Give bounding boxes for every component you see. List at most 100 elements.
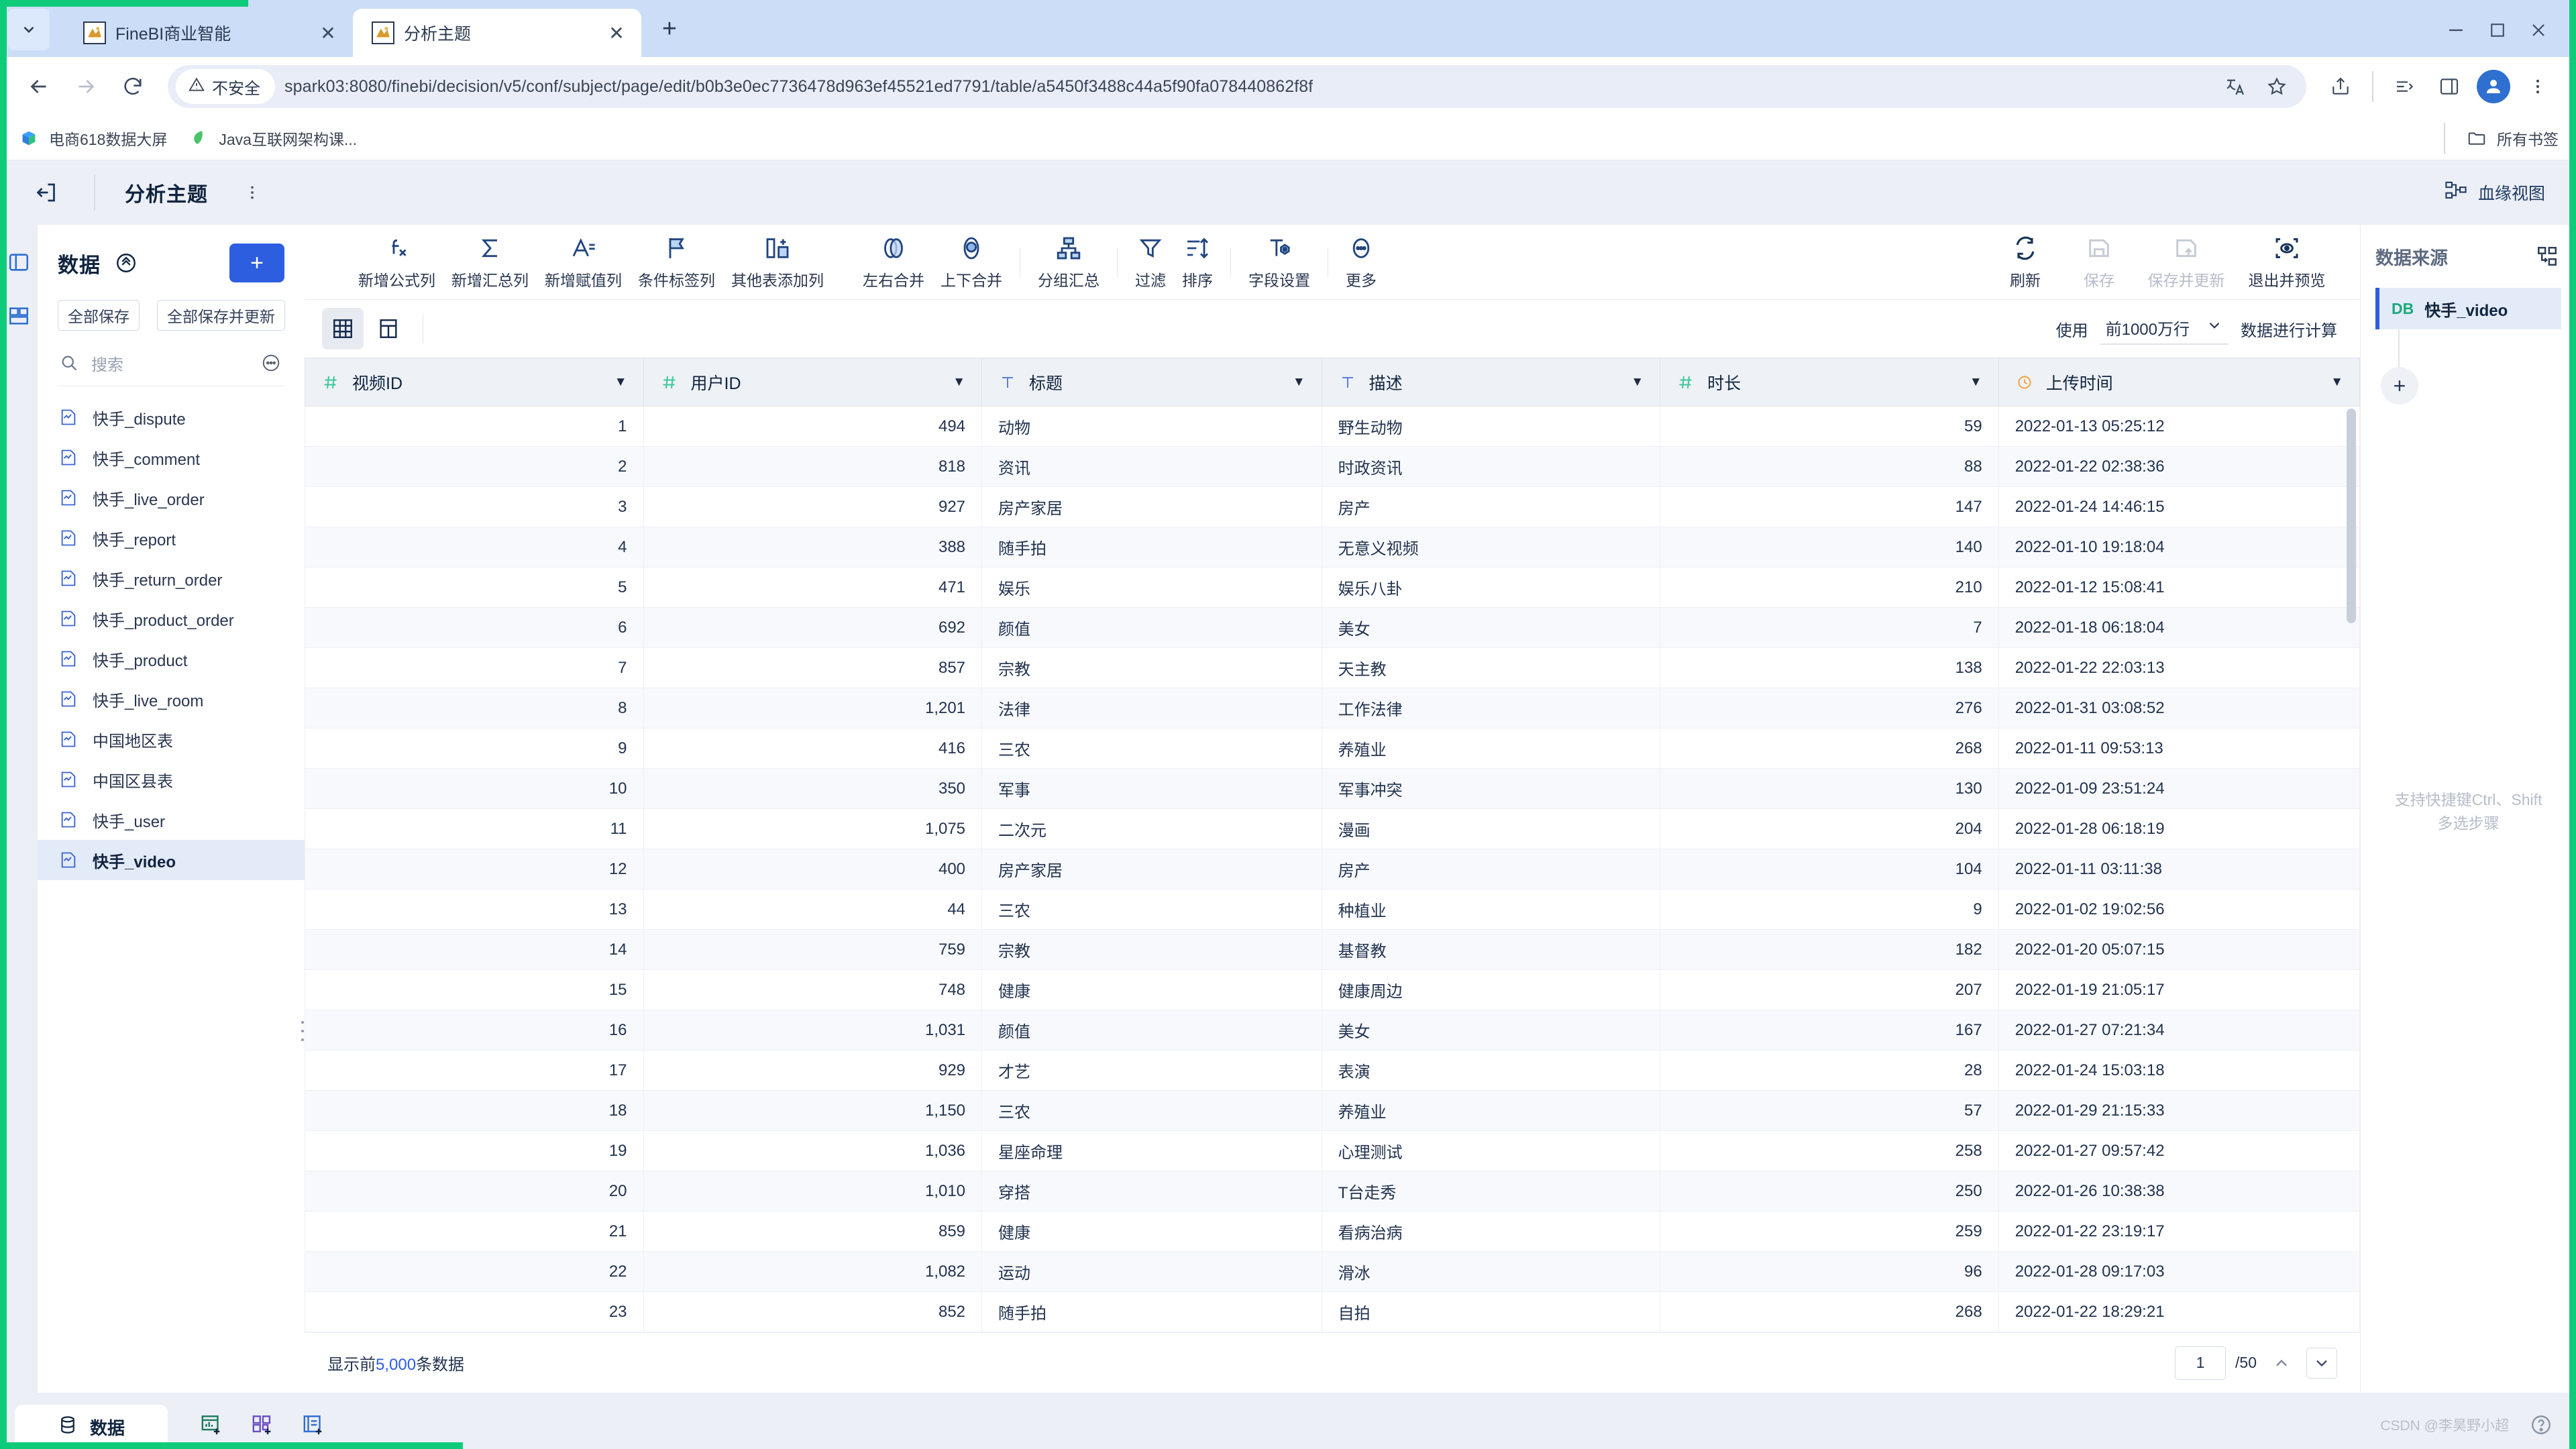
table-list-item[interactable]: 中国区县表 (38, 759, 305, 800)
column-menu-caret-icon[interactable]: ▼ (1970, 375, 1982, 390)
table-row[interactable]: 11 1,075 二次元 漫画 204 2022-01-28 06:18:19 (305, 808, 2361, 849)
sidepanel-icon[interactable] (2428, 66, 2470, 107)
bookmark-item-1[interactable]: Java互联网架构课... (187, 127, 357, 150)
add-data-button[interactable]: + (229, 244, 284, 282)
sidebar-search[interactable]: 搜索 (58, 350, 284, 386)
column-menu-caret-icon[interactable]: ▼ (953, 375, 965, 390)
grid-view-icon[interactable] (322, 308, 364, 350)
table-list-item[interactable]: 快手_dispute (38, 397, 305, 437)
column-menu-caret-icon[interactable]: ▼ (2330, 375, 2343, 390)
op-new-summary-column[interactable]: 新增汇总列 (443, 234, 537, 290)
table-row[interactable]: 18 1,150 三农 养殖业 57 2022-01-29 21:15:33 (305, 1090, 2361, 1131)
table-row[interactable]: 3 927 房产家居 房产 147 2022-01-24 14:46:15 (305, 486, 2361, 527)
table-list-item[interactable]: 快手_comment (38, 437, 305, 478)
vertical-scrollbar[interactable] (2347, 409, 2356, 623)
browser-tab-2[interactable]: 分析主题 ✕ (353, 9, 641, 57)
page-input[interactable]: 1 (2175, 1346, 2226, 1380)
table-row[interactable]: 8 1,201 法律 工作法律 276 2022-01-31 03:08:52 (305, 688, 2361, 729)
op-save-update[interactable]: 保存并更新 (2136, 234, 2237, 290)
column-header[interactable]: 时长 ▼ (1660, 358, 1999, 407)
tab-close-button[interactable]: ✕ (313, 17, 343, 48)
all-bookmarks-button[interactable]: 所有书签 (2465, 127, 2559, 150)
table-row[interactable]: 5 471 娱乐 娱乐八卦 210 2022-01-12 15:08:41 (305, 567, 2361, 608)
op-condition-label-column[interactable]: 条件标签列 (630, 234, 723, 290)
table-row[interactable]: 4 388 随手拍 无意义视频 140 2022-01-10 19:18:04 (305, 527, 2361, 568)
row-limit-select[interactable]: 前1000万行 (2100, 313, 2229, 345)
op-join-horizontal[interactable]: 左右合并 (855, 234, 932, 290)
table-list-item[interactable]: 中国地区表 (38, 719, 305, 759)
data-panel-icon[interactable] (4, 248, 34, 277)
translate-icon[interactable] (2218, 69, 2253, 104)
window-minimize-button[interactable] (2445, 19, 2467, 45)
column-header[interactable]: 上传时间 ▼ (1998, 358, 2361, 407)
column-header[interactable]: 描述 ▼ (1321, 358, 1661, 407)
bookmark-item-0[interactable]: 电商618数据大屏 (17, 127, 167, 150)
table-row[interactable]: 17 929 才艺 表演 28 2022-01-24 15:03:18 (305, 1050, 2361, 1091)
save-update-all-button[interactable]: 全部保存并更新 (157, 300, 285, 331)
component-panel-icon[interactable] (4, 301, 34, 331)
table-row[interactable]: 21 859 健康 看病治病 259 2022-01-22 23:19:17 (305, 1211, 2361, 1252)
table-row[interactable]: 9 416 三农 养殖业 268 2022-01-11 09:53:13 (305, 728, 2361, 769)
table-list-item[interactable]: 快手_report (38, 518, 305, 558)
tab-list-button[interactable] (8, 9, 50, 50)
op-save[interactable]: 保存 (2062, 234, 2136, 290)
site-security-chip[interactable]: 不安全 (176, 69, 275, 104)
table-row[interactable]: 7 857 宗教 天主教 138 2022-01-22 22:03:13 (305, 647, 2361, 688)
address-bar[interactable]: 不安全 spark03:8080/finebi/decision/v5/conf… (168, 65, 2306, 108)
split-view-icon[interactable] (368, 308, 409, 350)
add-dashboard-icon[interactable] (248, 1410, 278, 1440)
table-row[interactable]: 2 818 资讯 时政资讯 88 2022-01-22 02:38:36 (305, 446, 2361, 487)
op-group-summary[interactable]: 分组汇总 (1030, 234, 1108, 290)
profile-avatar[interactable] (2473, 66, 2514, 107)
forward-button[interactable] (64, 65, 107, 108)
table-list-item[interactable]: 快手_return_order (38, 558, 305, 598)
share-icon[interactable] (2320, 66, 2361, 107)
table-row[interactable]: 14 759 宗教 基督教 182 2022-01-20 05:07:15 (305, 929, 2361, 970)
table-row[interactable]: 16 1,031 颜值 美女 167 2022-01-27 07:21:34 (305, 1010, 2361, 1051)
op-union-vertical[interactable]: 上下合并 (932, 234, 1010, 290)
search-input[interactable]: 搜索 (91, 352, 247, 375)
table-row[interactable]: 1 494 动物 野生动物 59 2022-01-13 05:25:12 (305, 406, 2361, 447)
data-source-node[interactable]: DB 快手_video (2375, 288, 2561, 329)
table-row[interactable]: 12 400 房产家居 房产 104 2022-01-11 03:11:38 (305, 849, 2361, 890)
table-list-item[interactable]: 快手_live_order (38, 478, 305, 518)
table-list-item[interactable]: 快手_video (38, 840, 305, 880)
collapse-up-icon[interactable] (113, 250, 140, 276)
column-menu-caret-icon[interactable]: ▼ (614, 375, 627, 390)
add-step-button[interactable]: + (2381, 367, 2418, 405)
lineage-view-button[interactable]: 血缘视图 (2445, 180, 2545, 205)
op-add-column-other-table[interactable]: 其他表添加列 (723, 234, 832, 290)
table-row[interactable]: 10 350 军事 军事冲突 130 2022-01-09 23:51:24 (305, 768, 2361, 809)
reload-button[interactable] (111, 65, 154, 108)
table-row[interactable]: 13 44 三农 种植业 9 2022-01-02 19:02:56 (305, 889, 2361, 930)
exit-left-icon[interactable] (0, 160, 94, 225)
table-list-item[interactable]: 快手_product (38, 639, 305, 679)
op-new-formula-column[interactable]: 新增公式列 (350, 234, 443, 290)
table-row[interactable]: 6 692 颜值 美女 7 2022-01-18 06:18:04 (305, 607, 2361, 648)
column-header[interactable]: 用户ID ▼ (643, 358, 983, 407)
op-new-assign-column[interactable]: 新增赋值列 (537, 234, 630, 290)
more-circle-icon[interactable] (258, 350, 284, 376)
column-header[interactable]: 标题 ▼ (981, 358, 1322, 407)
table-row[interactable]: 23 852 随手拍 自拍 268 2022-01-22 18:29:21 (305, 1291, 2361, 1332)
table-list-item[interactable]: 快手_user (38, 800, 305, 840)
browser-tab-1[interactable]: FineBI商业智能 ✕ (64, 9, 353, 57)
chevron-up-icon[interactable] (2266, 1348, 2297, 1379)
op-refresh[interactable]: 刷新 (1988, 234, 2062, 290)
column-menu-caret-icon[interactable]: ▼ (1631, 375, 1644, 390)
vertical-dots-icon[interactable] (235, 175, 270, 210)
chevron-down-icon[interactable] (2306, 1347, 2337, 1379)
op-filter[interactable]: 过滤 (1127, 234, 1174, 290)
window-close-button[interactable] (2528, 19, 2549, 44)
add-report-icon[interactable] (299, 1410, 329, 1440)
op-more[interactable]: 更多 (1338, 234, 1385, 290)
table-row[interactable]: 22 1,082 运动 滑冰 96 2022-01-28 09:17:03 (305, 1251, 2361, 1292)
reading-list-icon[interactable] (2384, 66, 2426, 107)
table-row[interactable]: 20 1,010 穿搭 T台走秀 250 2022-01-26 10:38:38 (305, 1171, 2361, 1212)
op-exit-preview[interactable]: 退出并预览 (2237, 234, 2337, 290)
table-list-item[interactable]: 快手_product_order (38, 598, 305, 639)
back-button[interactable] (17, 65, 60, 108)
table-list-item[interactable]: 快手_live_room (38, 679, 305, 719)
help-circle-icon[interactable] (2526, 1410, 2556, 1440)
table-row[interactable]: 15 748 健康 健康周边 207 2022-01-19 21:05:17 (305, 969, 2361, 1010)
